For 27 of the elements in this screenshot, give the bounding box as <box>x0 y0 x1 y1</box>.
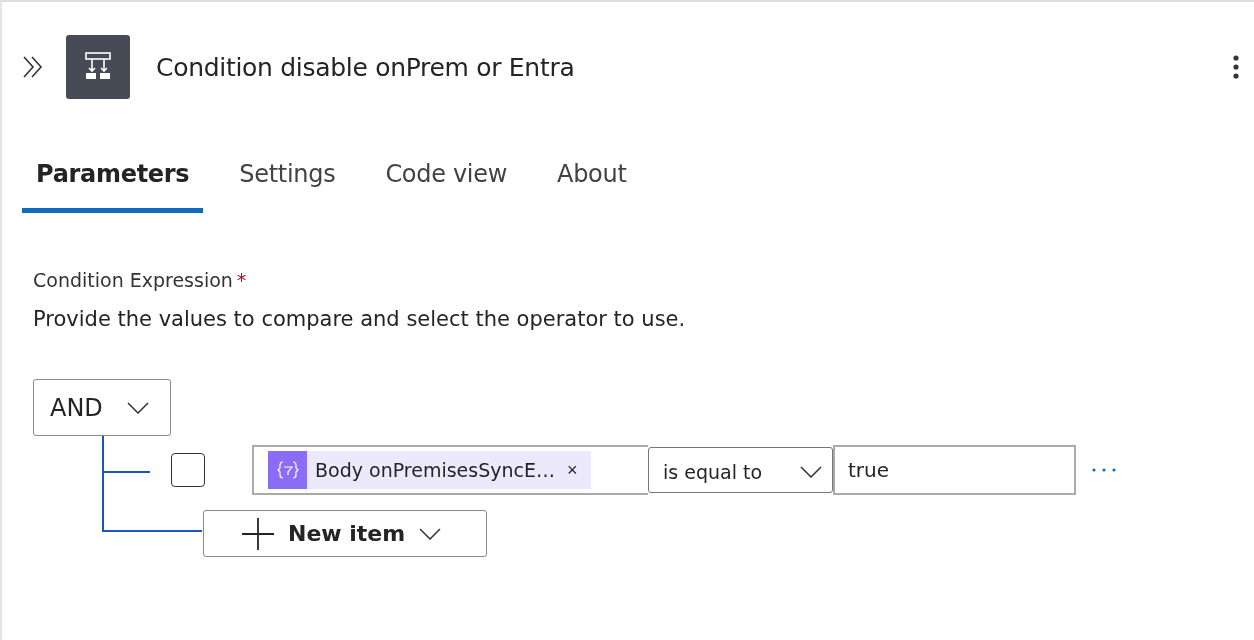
plus-icon <box>242 517 274 550</box>
value-input[interactable]: true <box>833 445 1076 495</box>
token-label: Body onPremisesSyncE… <box>315 459 555 481</box>
remove-token-button[interactable]: × <box>566 459 578 481</box>
field-description: Provide the values to compare and select the operator to use. <box>33 307 687 331</box>
tab[interactable]: Settings <box>225 160 350 213</box>
more-vertical-icon <box>1232 54 1240 80</box>
chevron-down-icon <box>419 527 442 540</box>
row-checkbox[interactable] <box>171 453 205 487</box>
group-operator-dropdown[interactable]: AND <box>33 379 171 436</box>
tab[interactable]: About <box>543 160 641 213</box>
field-label: Condition Expression * <box>33 269 248 291</box>
more-horizontal-icon <box>1092 468 1116 472</box>
expand-button[interactable] <box>22 55 44 79</box>
expression-icon <box>268 451 307 489</box>
dynamic-content-token[interactable]: Body onPremisesSyncE… × <box>268 451 592 489</box>
action-title: Condition disable onPrem or Entra <box>156 52 576 82</box>
more-options-button[interactable] <box>1232 54 1240 80</box>
condition-action-icon <box>66 35 130 99</box>
operator-dropdown[interactable]: is equal to <box>648 447 833 493</box>
double-chevron-right-icon <box>22 55 44 79</box>
required-marker: * <box>236 269 247 291</box>
chevron-down-icon <box>800 466 822 478</box>
new-item-button[interactable]: New item <box>203 510 487 557</box>
tab[interactable]: Code view <box>371 160 522 213</box>
chevron-down-icon <box>126 401 149 414</box>
tab[interactable]: Parameters <box>22 160 204 213</box>
